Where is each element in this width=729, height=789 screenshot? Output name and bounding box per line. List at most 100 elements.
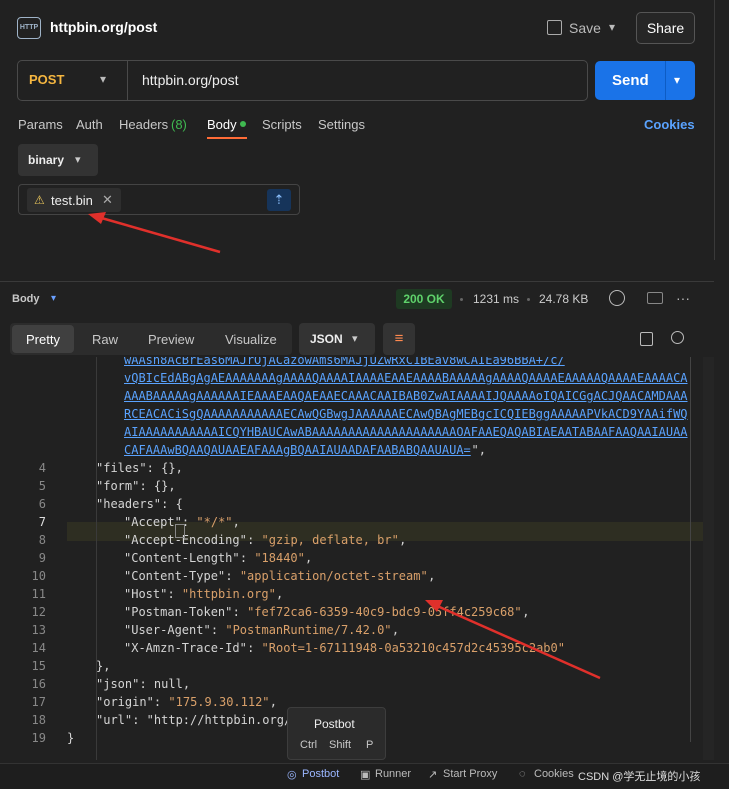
colon: : bbox=[153, 695, 169, 709]
json-value: } bbox=[67, 731, 75, 745]
body-mode-chevron-down-icon[interactable]: ▾ bbox=[75, 153, 81, 166]
line-number: 18 bbox=[31, 713, 46, 727]
code-line: 16 "json": null, bbox=[0, 675, 714, 693]
headers-count-badge: (8) bbox=[171, 117, 187, 132]
line-number: 16 bbox=[31, 677, 46, 691]
line-number: 9 bbox=[38, 551, 46, 565]
code-line-data: CAFAAAwBQAAQAUAAEAFAAAgBQAAIAUAADAFAABAB… bbox=[0, 441, 714, 459]
line-number: 19 bbox=[31, 731, 46, 745]
send-options-chevron-icon[interactable]: ▾ bbox=[674, 73, 680, 87]
comma: , bbox=[103, 659, 111, 673]
url-input[interactable]: httpbin.org/post bbox=[142, 72, 239, 88]
request-title[interactable]: httpbin.org/post bbox=[50, 19, 157, 35]
proxy-icon[interactable]: ↗ bbox=[428, 768, 437, 781]
view-tab-raw[interactable]: Raw bbox=[92, 332, 118, 347]
json-key: "Postman-Token" bbox=[124, 605, 233, 619]
json-key: "X-Amzn-Trace-Id" bbox=[124, 641, 247, 655]
json-value: "http://httpbin.org/ bbox=[146, 713, 292, 727]
format-label[interactable]: JSON bbox=[310, 332, 343, 346]
code-line-data: AAABAAAAAgAAAAAAIEAAAEAAQAEAAECAAACAAIBA… bbox=[0, 387, 714, 405]
statusbar-cookies[interactable]: Cookies bbox=[534, 768, 574, 780]
colon: : bbox=[225, 569, 240, 583]
data-string[interactable]: AAABAAAAAgAAAAAAIEAAAEAAQAEAAECAAACAAIBA… bbox=[124, 387, 688, 405]
separator-dot bbox=[527, 298, 530, 301]
data-string[interactable]: RCEACACiSgQAAAAAAAAAAAECAwQGBwgJAAAAAAEC… bbox=[124, 405, 688, 423]
wrap-lines-icon[interactable]: ≡ bbox=[383, 323, 415, 355]
shortcut-key: P bbox=[366, 739, 374, 751]
bracket-match-box bbox=[175, 524, 185, 538]
response-size[interactable]: 24.78 KB bbox=[539, 292, 588, 306]
statusbar-start-proxy[interactable]: Start Proxy bbox=[443, 768, 497, 780]
response-code-viewer[interactable]: wAAsh8AcBrEas6MAJrOjACazowAms6MAJjUZwRxC… bbox=[0, 357, 714, 760]
pane-divider[interactable] bbox=[0, 281, 714, 282]
json-value: {} bbox=[161, 461, 176, 475]
code-line: 11 "Host": "httpbin.org", bbox=[0, 585, 714, 603]
cookies-icon[interactable]: ◌ bbox=[519, 768, 526, 780]
share-button[interactable]: Share bbox=[636, 12, 695, 44]
colon: : bbox=[210, 623, 226, 637]
postbot-icon[interactable]: ◎ bbox=[287, 768, 297, 781]
warning-icon: ⚠ bbox=[34, 193, 45, 207]
code-scrollbar[interactable] bbox=[703, 357, 714, 760]
postbot-tooltip bbox=[287, 707, 386, 760]
response-chevron-down-icon[interactable]: ▾ bbox=[51, 293, 56, 304]
comma: , bbox=[175, 461, 183, 475]
data-string[interactable]: AIAAAAAAAAAAAICQYHBAUCAwABAAAAAAAAAAAAAA… bbox=[124, 423, 688, 441]
line-number: 11 bbox=[31, 587, 46, 601]
search-icon[interactable] bbox=[671, 331, 684, 344]
tab-scripts[interactable]: Scripts bbox=[262, 117, 302, 132]
view-tab-pretty[interactable]: Pretty bbox=[26, 332, 60, 347]
view-tab-visualize[interactable]: Visualize bbox=[225, 332, 277, 347]
json-value: } bbox=[96, 659, 104, 673]
json-value: "175.9.30.112" bbox=[168, 695, 270, 709]
save-button[interactable]: Save bbox=[569, 20, 601, 36]
tab-body[interactable]: Body bbox=[207, 117, 237, 132]
body-mode-label[interactable]: binary bbox=[28, 153, 64, 167]
method-chevron-down-icon[interactable]: ▾ bbox=[100, 72, 106, 86]
runner-icon[interactable]: ▣ bbox=[360, 768, 370, 781]
data-string[interactable]: CAFAAAwBQAAQAUAAEAFAAAgBQAAIAUAADAFAABAB… bbox=[124, 441, 471, 459]
save-options-chevron-icon[interactable]: ▾ bbox=[609, 20, 615, 34]
response-body-label[interactable]: Body bbox=[12, 293, 40, 305]
upload-cloud-icon[interactable]: ⇡ bbox=[267, 189, 291, 211]
data-string[interactable]: wAAsh8AcBrEas6MAJrOjACazowAms6MAJjUZwRxC… bbox=[124, 357, 565, 369]
format-chevron-down-icon[interactable]: ▾ bbox=[352, 332, 358, 345]
json-value: "18440" bbox=[254, 551, 305, 565]
code-line: 12 "Postman-Token": "fef72ca6-6359-40c9-b… bbox=[0, 603, 714, 621]
comma: , bbox=[269, 695, 277, 709]
code-line-data: vQBIcEdABgAgAEAAAAAAAgAAAAQAAAAIAAAAEAAE… bbox=[0, 369, 714, 387]
tab-settings[interactable]: Settings bbox=[318, 117, 365, 132]
save-response-icon[interactable] bbox=[647, 292, 663, 304]
send-button-label[interactable]: Send bbox=[612, 72, 649, 89]
globe-icon[interactable] bbox=[609, 290, 625, 306]
json-key: "form" bbox=[96, 479, 140, 493]
json-value: {} bbox=[153, 479, 169, 493]
cookies-link[interactable]: Cookies bbox=[644, 117, 695, 132]
response-time[interactable]: 1231 ms bbox=[473, 292, 519, 306]
tooltip-title: Postbot bbox=[314, 717, 355, 731]
code-line-data: wAAsh8AcBrEas6MAJrOjACazowAms6MAJjUZwRxC… bbox=[0, 357, 714, 369]
json-key: "User-Agent" bbox=[124, 623, 211, 637]
json-key: "Content-Length" bbox=[124, 551, 240, 565]
copy-icon[interactable] bbox=[640, 332, 653, 346]
json-key: "Accept-Encoding" bbox=[124, 533, 247, 547]
statusbar-postbot[interactable]: Postbot bbox=[302, 768, 339, 780]
remove-file-close-icon[interactable]: ✕ bbox=[102, 192, 113, 208]
tab-headers[interactable]: Headers bbox=[119, 117, 168, 132]
code-line: 6 "headers": { bbox=[0, 495, 714, 513]
body-active-dot bbox=[240, 121, 246, 127]
more-options-icon[interactable]: ··· bbox=[676, 290, 690, 306]
method-select[interactable]: POST bbox=[29, 72, 64, 87]
save-icon[interactable] bbox=[547, 20, 562, 35]
status-badge[interactable]: 200 OK bbox=[396, 289, 452, 309]
tab-params[interactable]: Params bbox=[18, 117, 63, 132]
json-value: "httpbin.org" bbox=[181, 587, 276, 601]
statusbar-runner[interactable]: Runner bbox=[375, 768, 411, 780]
comma: , bbox=[276, 587, 284, 601]
json-key: "files" bbox=[96, 461, 147, 475]
line-number: 17 bbox=[31, 695, 46, 709]
tab-auth[interactable]: Auth bbox=[76, 117, 103, 132]
view-tab-preview[interactable]: Preview bbox=[148, 332, 194, 347]
json-key: "Host" bbox=[124, 587, 168, 601]
data-string[interactable]: vQBIcEdABgAgAEAAAAAAAgAAAAQAAAAIAAAAEAAE… bbox=[124, 369, 688, 387]
